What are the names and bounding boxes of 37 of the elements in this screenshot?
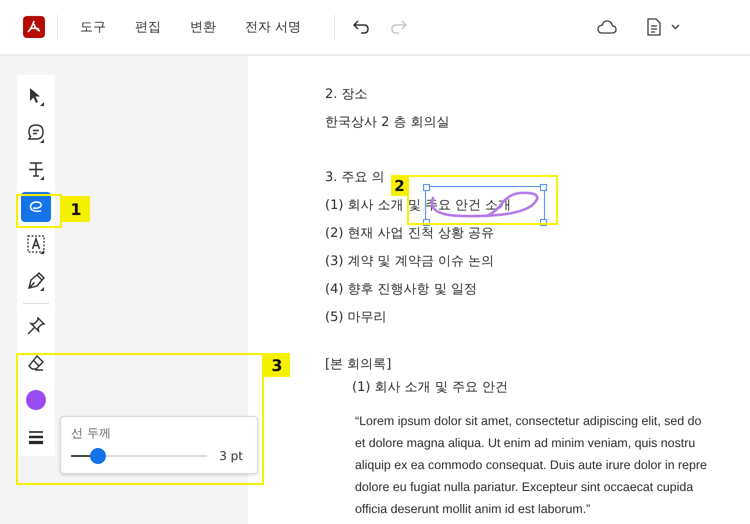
eraser-icon (26, 353, 46, 373)
chevron-down-icon[interactable] (669, 22, 682, 32)
document-text: (3) 계약 및 계약금 이슈 논의 (325, 253, 494, 271)
callout-frame (16, 194, 62, 228)
app-logo-icon (23, 16, 45, 38)
thickness-label: 선 두께 (71, 425, 112, 442)
paragraph-line: aliquip ex ea commodo consequat. Duis aute irure dolor in repre (355, 457, 707, 474)
document-text: (5) 마무리 (325, 309, 387, 327)
menu-tab[interactable]: 전자 서명 (237, 14, 310, 40)
speech-bubble-icon (26, 123, 46, 143)
callout-number: 2 (391, 175, 408, 196)
callout-number: 3 (264, 353, 290, 377)
document-text: 3. 주요 의 (325, 169, 385, 187)
text-box-icon (26, 234, 46, 254)
document-icon[interactable] (645, 16, 663, 38)
menu-tab[interactable]: 도구 (72, 14, 114, 40)
paragraph-line: “Lorem ipsum dolor sit amet, consectetur adipiscing elit, sed do (355, 413, 702, 430)
paragraph-line: officia deserunt mollit anim id est laborum.” (355, 501, 590, 518)
strikethrough-icon (26, 160, 46, 180)
document-text: [본 회의록] (325, 356, 392, 374)
callout-number: 1 (62, 196, 90, 222)
pin-icon (26, 316, 46, 336)
thickness-value: 3 pt (219, 449, 244, 463)
document-text: (2) 현재 사업 진척 상황 공유 (325, 225, 494, 243)
menu-tab[interactable]: 변환 (182, 14, 224, 40)
slider-thumb[interactable] (90, 448, 106, 464)
color-swatch[interactable] (26, 390, 46, 410)
menu-tab[interactable]: 편집 (127, 14, 169, 40)
cloud-icon[interactable] (595, 18, 619, 36)
paragraph-line: dolore eu fugiat nulla pariatur. Excepteur sint occaecat cupida (355, 479, 694, 496)
document-text: (1) 회사 소개 및 주요 안건 (352, 379, 508, 397)
paragraph-line: et dolore magna aliqua. Ut enim ad minim veniam, quis nostru (355, 435, 696, 452)
document-text: (4) 향후 진행사항 및 일정 (325, 281, 477, 299)
document-text: 2. 장소 (325, 86, 368, 104)
pen-nib-icon (26, 271, 46, 291)
document-text: 한국상사 2 층 회의실 (325, 114, 450, 132)
thickness-slider[interactable] (71, 448, 208, 464)
